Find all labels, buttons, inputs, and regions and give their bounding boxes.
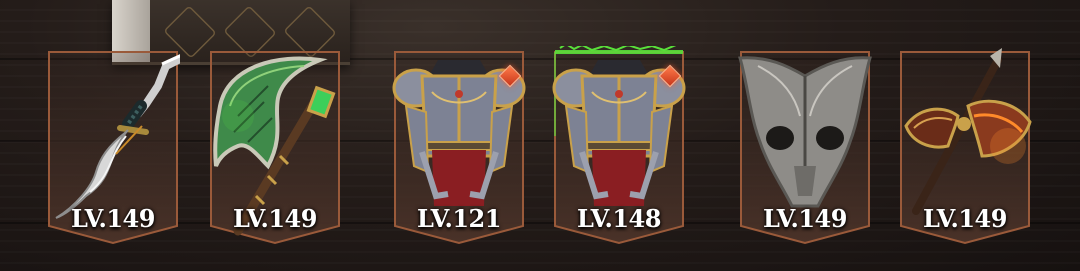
equipment-slot-armor[interactable]: LV.121 [392, 46, 526, 246]
equipment-panel: LV.149 LV.149 LV.121 LV.148 LV.149 LV.14… [0, 0, 1080, 271]
item-level-label: LV.149 [71, 204, 155, 233]
equipment-slot-weapon[interactable]: LV.149 [46, 46, 180, 246]
equipment-slot-weapon[interactable]: LV.149 [898, 46, 1032, 246]
equipment-slot-helmet[interactable]: LV.149 [738, 46, 872, 246]
equipment-slot-armor[interactable]: LV.148 [552, 46, 686, 246]
equipment-slot-weapon[interactable]: LV.149 [208, 46, 342, 246]
item-level-label: LV.148 [577, 204, 661, 233]
item-level-label: LV.149 [763, 204, 847, 233]
item-level-label: LV.149 [233, 204, 317, 233]
item-level-label: LV.121 [417, 204, 501, 233]
item-level-label: LV.149 [923, 204, 1007, 233]
